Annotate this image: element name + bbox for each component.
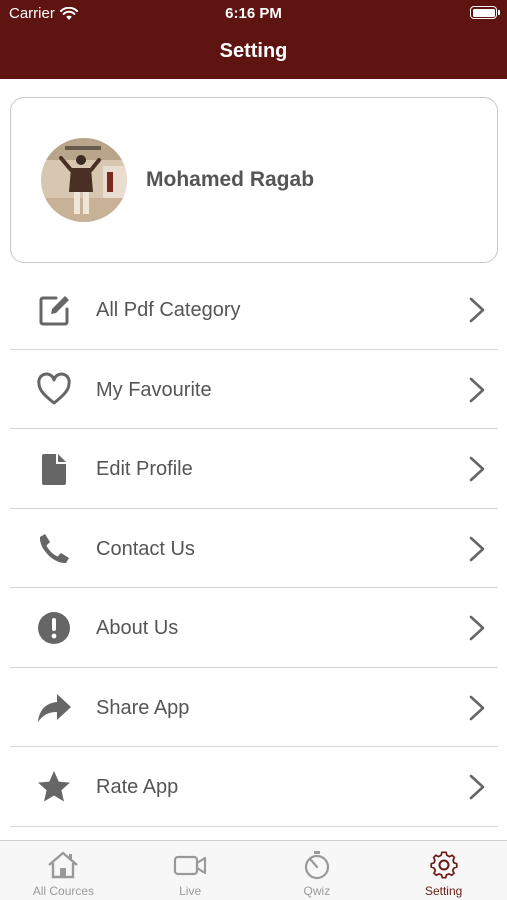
menu-item-contact-us[interactable]: Contact Us [10,509,498,588]
chevron-right-icon [469,377,485,402]
menu-item-label: Rate App [96,776,179,798]
tab-label: Qwiz [303,884,331,898]
status-time: 6:16 PM [225,5,282,22]
share-icon [38,693,71,722]
tab-label: All Cources [32,884,95,898]
info-icon [38,612,70,644]
menu-item-label: All Pdf Category [96,299,241,321]
chevron-right-icon [469,456,485,482]
chevron-right-icon [469,297,485,323]
settings-menu: All Pdf Category My Favourite Edit Profi… [10,270,498,827]
profile-name: Mohamed Ragab [146,168,315,191]
navigation-header: Carrier 6:16 PM Setting [0,0,507,79]
tab-setting[interactable]: Setting [380,841,507,900]
heart-icon [37,372,71,404]
menu-item-label: Edit Profile [96,458,193,480]
menu-item-all-pdf-category[interactable]: All Pdf Category [10,270,498,350]
chevron-right-icon [469,615,485,641]
battery-icon [470,6,500,19]
menu-item-edit-profile[interactable]: Edit Profile [10,429,498,509]
document-icon [42,454,66,485]
menu-item-label: My Favourite [96,378,212,401]
timer-icon [304,851,329,880]
tab-bar: All Cources Live Qwiz Setting [0,840,507,900]
chevron-right-icon [469,536,485,561]
status-bar: Carrier 6:16 PM [0,0,507,28]
tab-label: Setting [424,884,463,898]
menu-item-about-us[interactable]: About Us [10,588,498,668]
tab-label: Live [179,884,202,898]
avatar[interactable] [41,138,127,222]
chevron-right-icon [469,695,485,720]
tab-live[interactable]: Live [127,841,254,900]
menu-item-rate-app[interactable]: Rate App [10,747,498,827]
star-icon [38,771,70,802]
phone-icon [39,533,69,563]
profile-card[interactable]: Mohamed Ragab [10,97,498,263]
menu-item-label: Contact Us [96,537,195,560]
tab-all-cources[interactable]: All Cources [0,841,127,900]
video-camera-icon [174,855,207,876]
home-icon [48,851,79,879]
gear-icon [430,851,458,879]
menu-item-label: About Us [96,617,179,639]
page-title: Setting [219,40,288,62]
menu-item-my-favourite[interactable]: My Favourite [10,350,498,429]
menu-item-share-app[interactable]: Share App [10,668,498,747]
chevron-right-icon [469,774,485,800]
tab-qwiz[interactable]: Qwiz [254,841,381,900]
menu-item-label: Share App [96,696,190,719]
edit-icon [39,296,69,326]
